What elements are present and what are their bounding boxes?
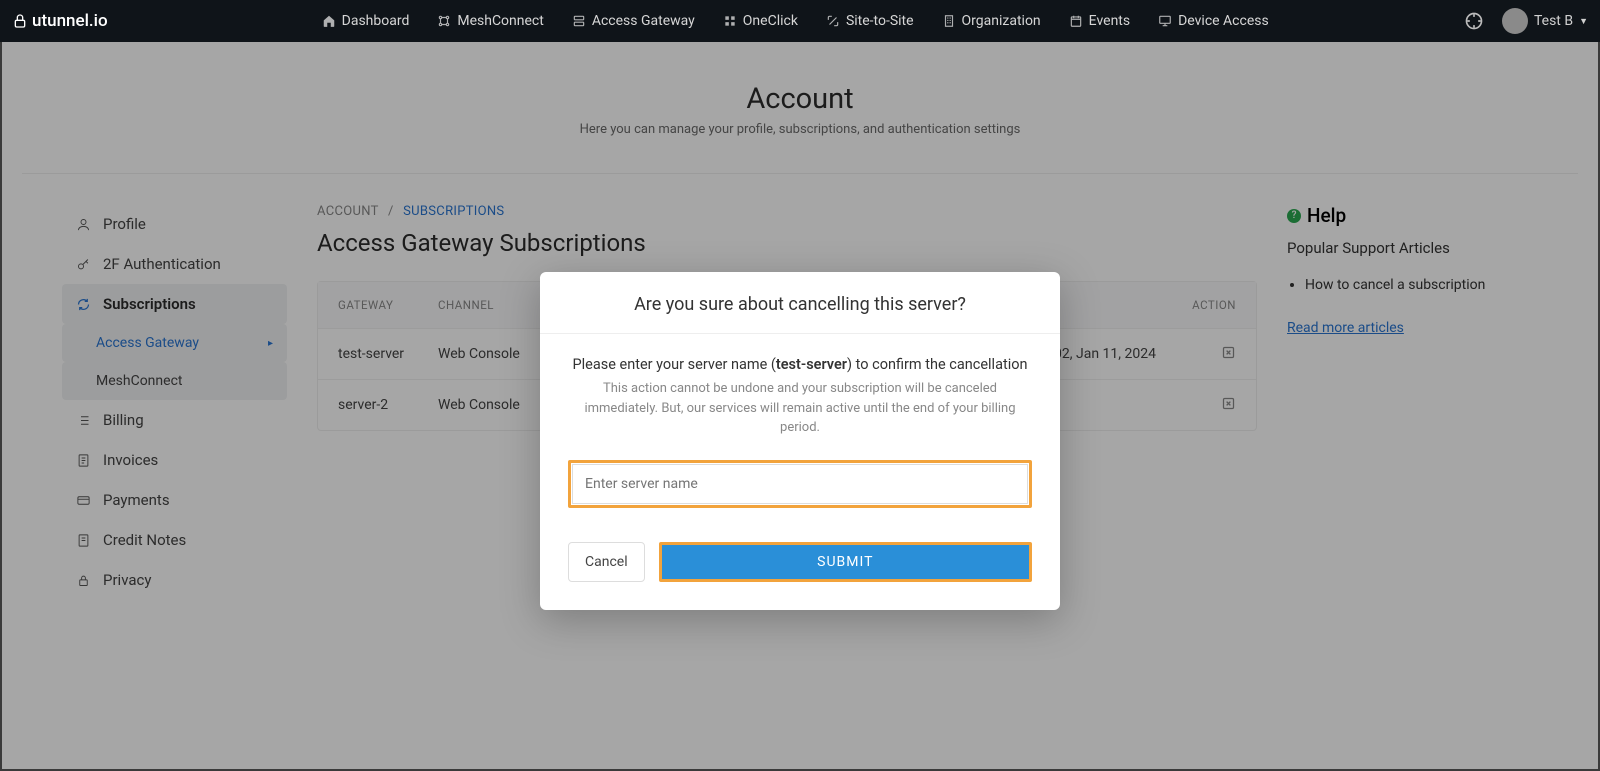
monitor-icon [1158,14,1172,28]
nav-organization[interactable]: Organization [928,13,1055,29]
chevron-down-icon: ▼ [1579,16,1588,27]
nav-deviceaccess-label: Device Access [1178,13,1269,29]
cancel-server-modal: Are you sure about cancelling this serve… [540,272,1060,610]
building-icon [942,14,956,28]
nav-events-label: Events [1089,13,1130,29]
nav-sitetosite-label: Site-to-Site [846,13,914,29]
nav-items: Dashboard MeshConnect Access Gateway One… [308,13,1283,29]
home-icon [322,14,336,28]
user-name: Test B [1534,13,1573,29]
nav-events[interactable]: Events [1055,13,1144,29]
calendar-icon [1069,14,1083,28]
user-menu[interactable]: Test B ▼ [1502,8,1588,34]
modal-footer: Cancel SUBMIT [540,518,1060,610]
brand-text: utunnel.io [32,11,108,31]
submit-button[interactable]: SUBMIT [662,545,1029,579]
nav-deviceaccess[interactable]: Device Access [1144,13,1283,29]
nav-meshconnect[interactable]: MeshConnect [423,13,557,29]
mesh-icon [437,14,451,28]
modal-prompt-pre: Please enter your server name ( [572,356,775,373]
modal-body: Please enter your server name (test-serv… [540,334,1060,518]
top-navbar: utunnel.io Dashboard MeshConnect Access … [0,0,1600,42]
nav-organization-label: Organization [962,13,1041,29]
nav-oneclick-label: OneClick [743,13,798,29]
modal-prompt: Please enter your server name (test-serv… [568,356,1032,373]
server-name-input-highlight [568,460,1032,508]
submit-button-highlight: SUBMIT [659,542,1032,582]
nav-accessgateway-label: Access Gateway [592,13,695,29]
nav-sitetosite[interactable]: Site-to-Site [812,13,928,29]
support-icon[interactable] [1464,11,1484,31]
brand-logo[interactable]: utunnel.io [12,11,108,31]
link-icon [826,14,840,28]
modal-server-name: test-server [776,356,847,373]
nav-accessgateway[interactable]: Access Gateway [558,13,709,29]
modal-title: Are you sure about cancelling this serve… [540,272,1060,334]
nav-meshconnect-label: MeshConnect [457,13,543,29]
cancel-button[interactable]: Cancel [568,542,645,582]
modal-prompt-post: ) to confirm the cancellation [847,356,1028,373]
server-icon [572,14,586,28]
nav-dashboard[interactable]: Dashboard [308,13,424,29]
page-body: Account Here you can manage your profile… [0,42,1600,771]
grid-icon [723,14,737,28]
topnav-right: Test B ▼ [1464,8,1588,34]
server-name-input[interactable] [572,464,1028,504]
modal-warning: This action cannot be undone and your su… [568,379,1032,438]
nav-dashboard-label: Dashboard [342,13,410,29]
avatar [1502,8,1528,34]
lock-icon [12,13,28,29]
nav-oneclick[interactable]: OneClick [709,13,812,29]
